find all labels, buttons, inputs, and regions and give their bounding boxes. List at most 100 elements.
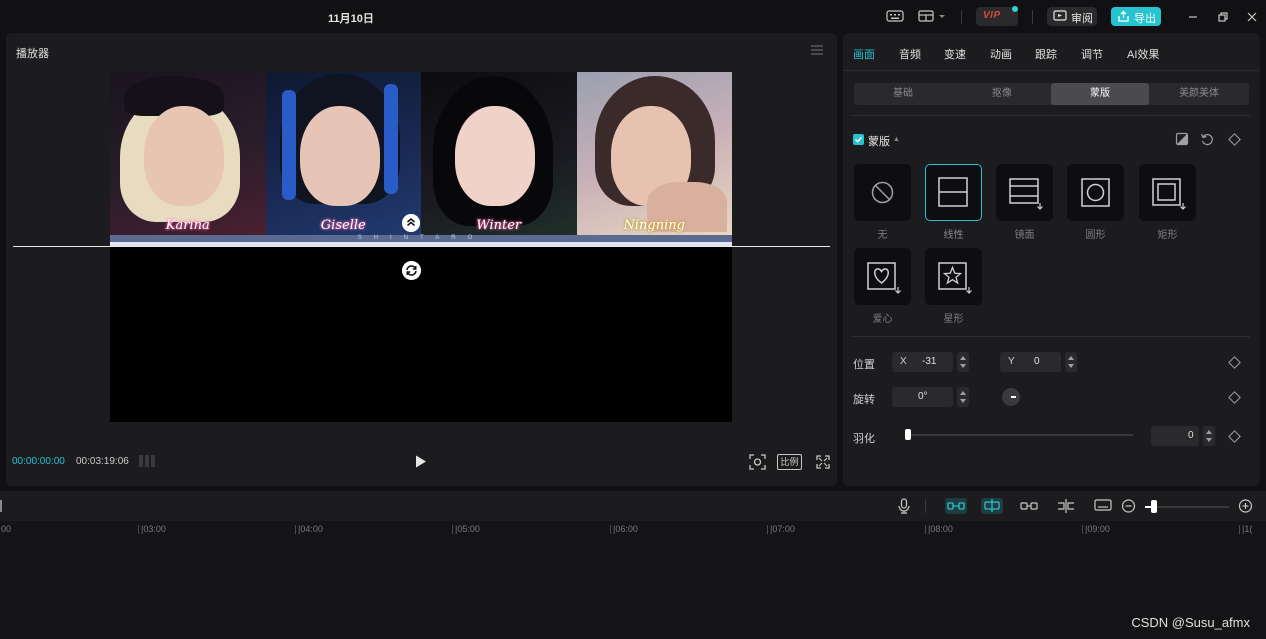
ruler-tick: |03:00 (138, 524, 166, 534)
ruler-tick: |08:00 (925, 524, 953, 534)
position-y-field[interactable]: Y 0 (1000, 352, 1061, 372)
zoom-out-icon[interactable] (1121, 498, 1136, 514)
mask-option-star[interactable] (925, 248, 982, 305)
zoom-slider[interactable] (1145, 506, 1229, 508)
subtab-beauty[interactable]: 美颜美体 (1150, 83, 1248, 105)
reset-icon[interactable] (1200, 132, 1214, 146)
mask-caption: 镜面 (1014, 230, 1035, 241)
mask-line[interactable] (13, 246, 830, 247)
microphone-icon[interactable] (897, 498, 911, 514)
mask-option-none[interactable] (854, 164, 911, 221)
fullscreen-crop-icon[interactable] (749, 454, 766, 470)
position-y-value: 0 (1034, 356, 1040, 367)
ratio-button[interactable]: 比例 (777, 454, 802, 470)
photo-name: Winter (476, 218, 522, 233)
play-icon[interactable] (415, 455, 427, 468)
photo-name: Ningning (623, 218, 685, 233)
export-icon (1118, 10, 1129, 22)
photo-winter: Winter (421, 72, 577, 235)
invert-mask-icon[interactable] (1175, 132, 1189, 146)
mask-option-rectangle[interactable] (1139, 164, 1196, 221)
feather-slider[interactable] (907, 434, 1133, 436)
linear-mask-icon (938, 177, 968, 207)
vip-button[interactable]: VIP (976, 6, 1018, 26)
export-button[interactable]: 导出 (1111, 7, 1161, 26)
star-mask-icon (938, 262, 972, 294)
tab-ai-effects[interactable]: AI效果 (1127, 46, 1159, 62)
photo-karina: Karina (110, 72, 266, 235)
sub-tabs: 基础 抠像 蒙版 美颜美体 (854, 83, 1249, 105)
minimize-icon[interactable] (1186, 10, 1200, 24)
fullscreen-icon[interactable] (816, 454, 830, 470)
feather-stepper[interactable] (1203, 426, 1215, 446)
total-time: 00:03:19:06 (76, 456, 129, 467)
rotate-handle-icon[interactable] (402, 261, 421, 280)
feather-field[interactable]: 0 (1151, 426, 1199, 446)
photo-name: Giselle (320, 218, 366, 233)
close-icon[interactable] (1245, 10, 1259, 24)
preview-canvas[interactable]: Karina Giselle Winter Ningning SHINTARO (110, 72, 732, 422)
mask-option-mirror[interactable] (996, 164, 1053, 221)
rotate-stepper[interactable] (957, 387, 969, 407)
tab-audio[interactable]: 音频 (899, 46, 921, 62)
keyframe-icon[interactable] (1228, 430, 1241, 443)
mask-caption: 无 (877, 230, 888, 241)
timeline-ruler[interactable]: 00 |03:00 |04:00 |05:00 |06:00 |07:00 |0… (0, 521, 1266, 541)
timecode-grid-icon[interactable] (138, 454, 158, 468)
menu-icon[interactable] (811, 45, 823, 55)
none-icon (871, 181, 894, 204)
preview-axis-icon[interactable] (1056, 498, 1076, 514)
position-x-field[interactable]: X -31 (892, 352, 953, 372)
circle-mask-icon (1081, 178, 1110, 207)
notification-dot (1012, 6, 1018, 12)
layout-icon[interactable] (918, 9, 948, 23)
ruler-tick: |1( (1238, 524, 1253, 534)
auto-snap-icon[interactable] (981, 498, 1003, 514)
zoom-slider-thumb[interactable] (1151, 500, 1157, 513)
review-icon (1053, 10, 1067, 21)
keyframe-icon[interactable] (1228, 133, 1241, 146)
divider (852, 336, 1250, 337)
mask-section-title: 蒙版 (868, 136, 890, 148)
position-x-stepper[interactable] (957, 352, 969, 372)
caption-icon[interactable] (1094, 498, 1112, 514)
rotation-dial[interactable] (1002, 388, 1020, 406)
subtab-basic[interactable]: 基础 (854, 83, 952, 105)
mask-caption: 星形 (943, 314, 964, 325)
photo-name: Karina (165, 218, 210, 233)
position-x-value: -31 (922, 356, 937, 367)
position-y-stepper[interactable] (1065, 352, 1077, 372)
track-handle-icon[interactable] (0, 498, 4, 514)
mask-option-heart[interactable] (854, 248, 911, 305)
rotate-value: 0° (918, 391, 928, 402)
tab-animation[interactable]: 动画 (990, 46, 1012, 62)
zoom-in-icon[interactable] (1238, 498, 1253, 514)
feather-value: 0 (1188, 430, 1194, 441)
main-track-magnet-icon[interactable] (945, 498, 967, 514)
mask-option-linear[interactable] (925, 164, 982, 221)
rotate-field[interactable]: 0° (892, 387, 953, 407)
mask-checkbox[interactable] (853, 134, 864, 145)
review-label: 审阅 (1071, 13, 1093, 25)
collapse-caret-icon[interactable]: ▲ (893, 136, 900, 143)
link-icon[interactable] (1019, 498, 1039, 514)
tab-picture[interactable]: 画面 (853, 46, 875, 62)
keyframe-icon[interactable] (1228, 356, 1241, 369)
rotate-label: 旋转 (853, 394, 875, 406)
x-axis-label: X (900, 356, 907, 367)
mask-option-circle[interactable] (1067, 164, 1124, 221)
position-label: 位置 (853, 359, 875, 371)
timeline-tracks[interactable] (0, 541, 1266, 639)
subtab-mask[interactable]: 蒙版 (1051, 83, 1149, 105)
keyframe-icon[interactable] (1228, 391, 1241, 404)
subtab-keying[interactable]: 抠像 (953, 83, 1051, 105)
keyboard-icon[interactable] (886, 9, 904, 23)
tab-speed[interactable]: 变速 (944, 46, 966, 62)
restore-icon[interactable] (1216, 10, 1230, 24)
tab-adjust[interactable]: 调节 (1081, 46, 1103, 62)
feather-label: 羽化 (853, 433, 875, 445)
feather-slider-thumb[interactable] (905, 429, 911, 440)
feather-handle-icon[interactable] (402, 214, 420, 232)
review-button[interactable]: 审阅 (1047, 7, 1097, 26)
tab-tracking[interactable]: 跟踪 (1035, 46, 1057, 62)
